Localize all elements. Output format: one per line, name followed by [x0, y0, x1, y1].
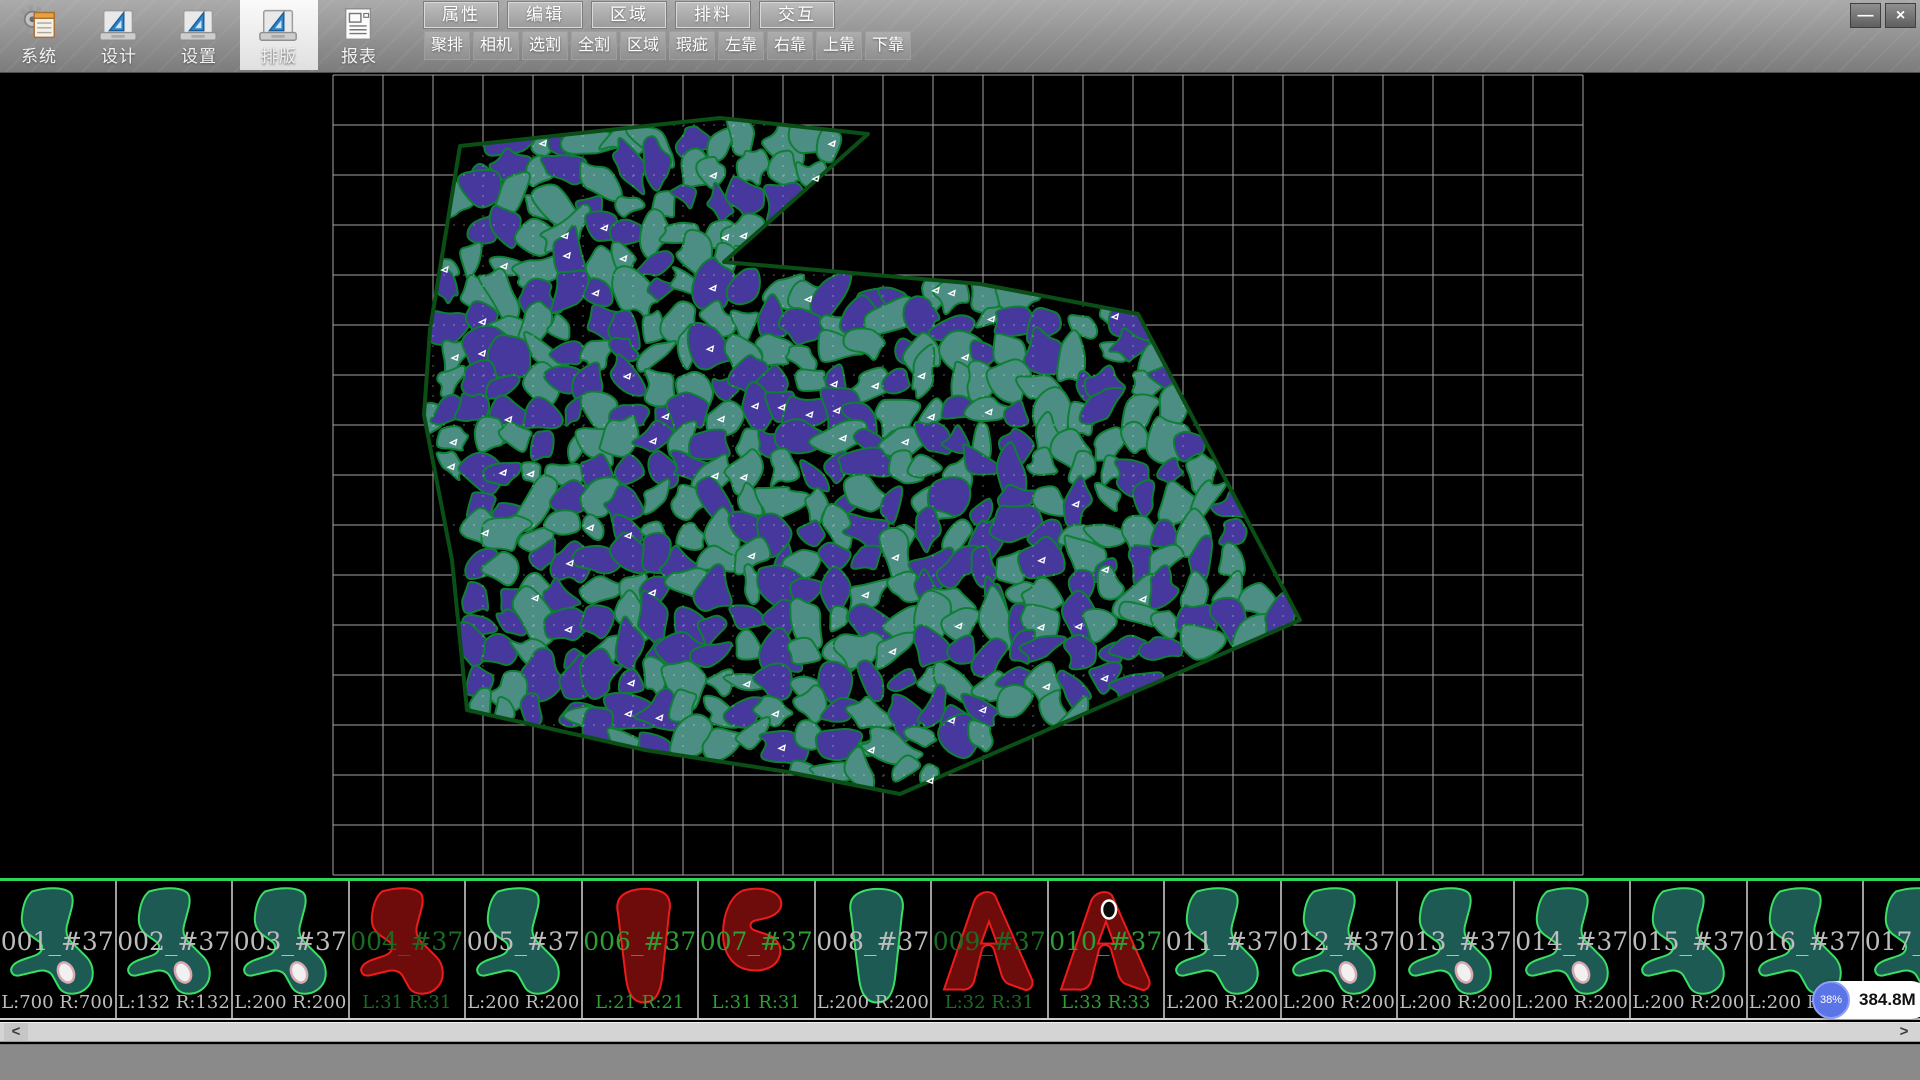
- progress-percent: 38%: [1820, 994, 1842, 1006]
- piece-thumbnail[interactable]: 005_#37 L:200 R:200: [466, 881, 583, 1018]
- close-button[interactable]: ×: [1885, 3, 1916, 28]
- toolbar-button-report-doc[interactable]: 报表: [320, 0, 398, 70]
- menu-button-row1-0[interactable]: 属性: [424, 2, 498, 28]
- piece-id: 008_#37: [816, 927, 931, 956]
- menu-row-primary: 属性编辑区域排料交互: [424, 2, 834, 28]
- piece-id: 014_#37: [1515, 927, 1630, 956]
- menu-button-row2-3[interactable]: 全割: [571, 31, 617, 60]
- piece-id: 013_#37: [1398, 927, 1513, 956]
- piece-lr-count: L:21 R:21: [583, 992, 698, 1013]
- app-window: 系统设计设置排版报表 属性编辑区域排料交互 聚排相机选割全割区域瑕疵左靠右靠上靠…: [0, 0, 1920, 1080]
- piece-thumbnail[interactable]: 013_#37 L:200 R:200: [1398, 881, 1515, 1018]
- piece-lr-count: L:200 R:200: [466, 992, 581, 1013]
- menu-button-row1-2[interactable]: 区域: [592, 2, 666, 28]
- piece-lr-count: L:132 R:132: [117, 992, 232, 1013]
- toolbar: 系统设计设置排版报表 属性编辑区域排料交互 聚排相机选割全割区域瑕疵左靠右靠上靠…: [0, 0, 1920, 73]
- status-bar: [0, 1044, 1920, 1080]
- piece-id: 009_#37: [932, 927, 1047, 956]
- toolbar-button-system-gear[interactable]: 系统: [0, 0, 78, 70]
- menu-button-row1-1[interactable]: 编辑: [508, 2, 582, 28]
- horizontal-scrollbar[interactable]: < >: [0, 1022, 1920, 1042]
- piece-id: 004_#37: [350, 927, 465, 956]
- piece-lr-count: L:31 R:31: [699, 992, 814, 1013]
- piece-thumbnail[interactable]: 012_#37 L:200 R:200: [1282, 881, 1399, 1018]
- piece-lr-count: L:200 R:200: [1515, 992, 1630, 1013]
- memory-value: 384.8M: [1859, 990, 1916, 1009]
- piece-id: 006_#37: [583, 927, 698, 956]
- piece-id: 015_#37: [1631, 927, 1746, 956]
- nesting-canvas-area[interactable]: [0, 73, 1920, 878]
- menu-button-row2-7[interactable]: 右靠: [767, 31, 813, 60]
- menu-button-row2-0[interactable]: 聚排: [424, 31, 470, 60]
- toolbar-button-label: 设计: [80, 42, 158, 67]
- toolbar-button-label: 报表: [320, 42, 398, 67]
- piece-thumbnail[interactable]: 007_#37 L:31 R:31: [699, 881, 816, 1018]
- window-controls: —×: [1850, 3, 1916, 28]
- toolbar-button-settings-ruler[interactable]: 设置: [160, 0, 238, 70]
- toolbar-button-label: 排版: [240, 42, 318, 67]
- piece-lr-count: L:700 R:700: [0, 992, 115, 1013]
- piece-id: 002_#37: [117, 927, 232, 956]
- piece-id: 001_#37: [0, 927, 115, 956]
- layout-ruler-icon: [258, 3, 300, 45]
- menu-row-secondary: 聚排相机选割全割区域瑕疵左靠右靠上靠下靠: [424, 31, 911, 60]
- piece-id: 010_#37: [1049, 927, 1164, 956]
- menu-button-row2-5[interactable]: 瑕疵: [669, 31, 715, 60]
- piece-thumbnail[interactable]: 015_#37 L:200 R:200: [1631, 881, 1748, 1018]
- piece-id: 017_#37: [1864, 927, 1920, 956]
- menu-button-row2-2[interactable]: 选割: [522, 31, 568, 60]
- toolbar-button-label: 系统: [0, 42, 78, 67]
- toolbar-button-layout-ruler[interactable]: 排版: [240, 0, 318, 70]
- scroll-right-button[interactable]: >: [1892, 1023, 1916, 1041]
- menu-button-row2-1[interactable]: 相机: [473, 31, 519, 60]
- design-ruler-icon: [98, 3, 140, 45]
- piece-thumbnail[interactable]: 014_#37 L:200 R:200: [1515, 881, 1632, 1018]
- piece-id: 016_#37: [1748, 927, 1863, 956]
- piece-thumbnail[interactable]: 006_#37 L:21 R:21: [583, 881, 700, 1018]
- piece-thumbnail[interactable]: 008_#37 L:200 R:200: [816, 881, 933, 1018]
- piece-id: 012_#37: [1282, 927, 1397, 956]
- piece-lr-count: L:33 R:33: [1049, 992, 1164, 1013]
- nesting-canvas[interactable]: [0, 73, 1920, 878]
- menu-button-row1-4[interactable]: 交互: [760, 2, 834, 28]
- minimize-button[interactable]: —: [1850, 3, 1881, 28]
- piece-lr-count: L:200 R:200: [1631, 992, 1746, 1013]
- piece-thumbnail-strip: 001_#37L:700 R:700002_#37L:132 R:132003_…: [0, 878, 1920, 1020]
- piece-id: 003_#37: [233, 927, 348, 956]
- menu-button-row2-6[interactable]: 左靠: [718, 31, 764, 60]
- piece-thumbnail[interactable]: 002_#37 L:132 R:132: [117, 881, 234, 1018]
- piece-lr-count: L:200 R:200: [816, 992, 931, 1013]
- menu-button-row2-9[interactable]: 下靠: [865, 31, 911, 60]
- scroll-left-button[interactable]: <: [4, 1023, 28, 1041]
- piece-id: 007_#37: [699, 927, 814, 956]
- settings-ruler-icon: [178, 3, 220, 45]
- menu-button-row1-3[interactable]: 排料: [676, 2, 750, 28]
- piece-thumbnail[interactable]: 009_#37 L:32 R:31: [932, 881, 1049, 1018]
- piece-thumbnail[interactable]: 001_#37 L:700 R:700: [0, 881, 117, 1018]
- piece-lr-count: L:200 R:200: [233, 992, 348, 1013]
- menu-button-row2-4[interactable]: 区域: [620, 31, 666, 60]
- piece-lr-count: L:31 R:31: [350, 992, 465, 1013]
- progress-circle: 38%: [1812, 981, 1850, 1019]
- piece-id: 005_#37: [466, 927, 581, 956]
- piece-lr-count: L:32 R:31: [932, 992, 1047, 1013]
- system-gear-icon: [18, 3, 60, 45]
- main-toolbar-buttons: 系统设计设置排版报表: [0, 0, 398, 73]
- piece-thumbnail[interactable]: 003_#37 L:200 R:200: [233, 881, 350, 1018]
- piece-thumbnail[interactable]: 011_#37 L:200 R:200: [1165, 881, 1282, 1018]
- toolbar-button-label: 设置: [160, 42, 238, 67]
- piece-id: 011_#37: [1165, 927, 1280, 956]
- menu-button-row2-8[interactable]: 上靠: [816, 31, 862, 60]
- piece-lr-count: L:200 R:200: [1398, 992, 1513, 1013]
- piece-thumbnail[interactable]: 010_#37 L:33 R:33: [1049, 881, 1166, 1018]
- toolbar-button-design-ruler[interactable]: 设计: [80, 0, 158, 70]
- piece-thumbnail[interactable]: 004_#37 L:31 R:31: [350, 881, 467, 1018]
- piece-lr-count: L:200 R:200: [1282, 992, 1397, 1013]
- report-doc-icon: [338, 3, 380, 45]
- piece-lr-count: L:200 R:200: [1165, 992, 1280, 1013]
- memory-badge[interactable]: 38% 384.8M: [1813, 981, 1920, 1019]
